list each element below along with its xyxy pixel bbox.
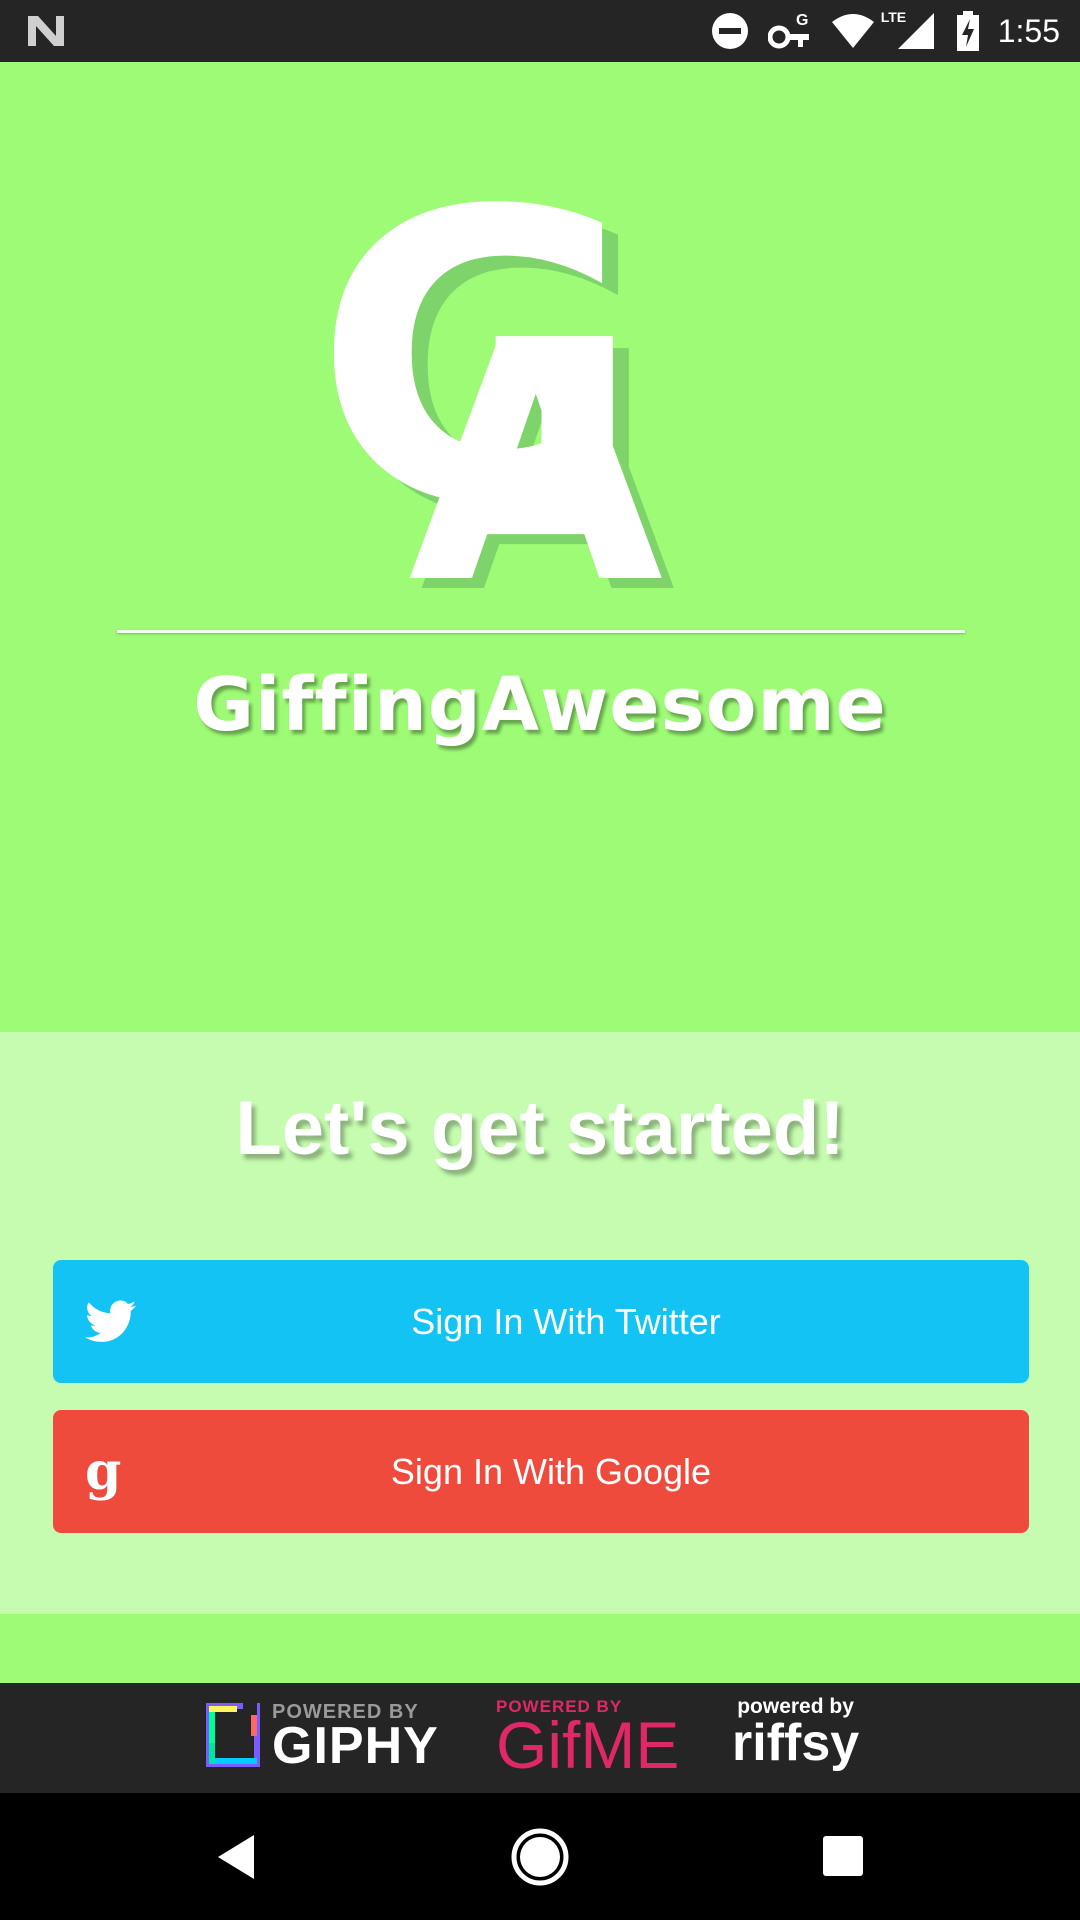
back-icon[interactable] (214, 1833, 258, 1881)
google-g-icon: g (85, 1440, 122, 1502)
app-logo: G A G A (314, 128, 678, 610)
cell-signal-icon: LTE (879, 9, 938, 51)
svg-text:G: G (796, 12, 808, 29)
powered-by-footer: POWERED BY GIPHY POWERED BY GifME powere… (0, 1683, 1080, 1793)
svg-text:A: A (408, 272, 666, 610)
status-bar: G LTE 1:55 (0, 0, 1080, 62)
google-button-label: Sign In With Google (390, 1450, 712, 1492)
twitter-bird-icon (85, 1300, 137, 1342)
battery-charging-icon (956, 11, 979, 51)
home-icon[interactable] (510, 1827, 570, 1887)
app-name: GiffingAwesome (193, 662, 887, 748)
do-not-disturb-icon (711, 13, 748, 49)
system-navigation-bar (0, 1793, 1080, 1920)
wifi-icon (831, 14, 874, 48)
notification-n-icon (28, 16, 64, 46)
network-type-label: LTE (879, 9, 908, 25)
giphy-wordmark: GIPHY (272, 1717, 439, 1775)
riffsy-logo: powered by riffsy (730, 1683, 870, 1793)
giphy-logo: POWERED BY GIPHY (206, 1683, 446, 1793)
brand-divider (117, 630, 965, 633)
twitter-button-label: Sign In With Twitter (411, 1300, 721, 1342)
clock: 1:55 (997, 12, 1060, 49)
riffsy-wordmark: riffsy (732, 1714, 860, 1772)
recents-icon[interactable] (822, 1835, 864, 1877)
twitter-sign-in-button[interactable]: Sign In With Twitter (53, 1260, 1029, 1383)
vpn-key-icon: G (767, 12, 809, 49)
gifme-logo: POWERED BY GifME (496, 1683, 696, 1793)
tagline: Let's get started! (235, 1086, 845, 1171)
giphy-mark-icon (206, 1703, 260, 1767)
google-sign-in-button[interactable]: g Sign In With Google (53, 1410, 1029, 1533)
gifme-wordmark: GifME (496, 1708, 680, 1782)
